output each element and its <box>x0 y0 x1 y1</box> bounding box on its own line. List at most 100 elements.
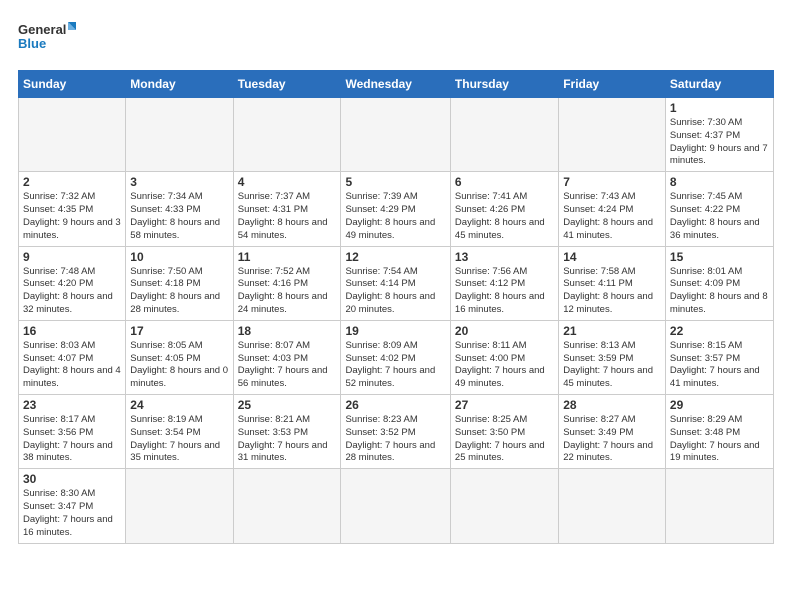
logo: General Blue <box>18 18 78 62</box>
week-row-3: 9 Sunrise: 7:48 AM Sunset: 4:20 PM Daylig… <box>19 246 774 320</box>
day-info: Sunrise: 7:37 AM Sunset: 4:31 PM Dayligh… <box>238 191 337 242</box>
day-number: 18 <box>238 324 337 338</box>
weekday-header-monday: Monday <box>126 71 233 98</box>
svg-text:Blue: Blue <box>18 36 46 51</box>
day-number: 3 <box>130 175 228 189</box>
day-info: Sunrise: 8:03 AM Sunset: 4:07 PM Dayligh… <box>23 340 121 391</box>
day-number: 2 <box>23 175 121 189</box>
day-info: Sunrise: 8:01 AM Sunset: 4:09 PM Dayligh… <box>670 266 769 317</box>
day-info: Sunrise: 7:45 AM Sunset: 4:22 PM Dayligh… <box>670 191 769 242</box>
calendar-cell <box>233 469 341 543</box>
calendar-cell: 5Sunrise: 7:39 AM Sunset: 4:29 PM Daylig… <box>341 172 450 246</box>
page: General Blue SundayMondayTuesdayWednesda… <box>0 0 792 612</box>
calendar-cell: 17Sunrise: 8:05 AM Sunset: 4:05 PM Dayli… <box>126 320 233 394</box>
calendar-cell: 18 Sunrise: 8:07 AM Sunset: 4:03 PM Dayli… <box>233 320 341 394</box>
calendar-cell: 27 Sunrise: 8:25 AM Sunset: 3:50 PM Dayli… <box>450 395 558 469</box>
calendar-cell: 1 Sunrise: 7:30 AM Sunset: 4:37 PM Daylig… <box>665 98 773 172</box>
day-info: Sunrise: 8:30 AM Sunset: 3:47 PM Dayligh… <box>23 488 121 539</box>
day-number: 14 <box>563 250 661 264</box>
calendar-cell <box>559 98 666 172</box>
day-number: 5 <box>345 175 445 189</box>
calendar-cell: 12Sunrise: 7:54 AM Sunset: 4:14 PM Dayli… <box>341 246 450 320</box>
weekday-header-thursday: Thursday <box>450 71 558 98</box>
day-info: Sunrise: 7:34 AM Sunset: 4:33 PM Dayligh… <box>130 191 228 242</box>
calendar-cell <box>126 98 233 172</box>
day-info: Sunrise: 7:30 AM Sunset: 4:37 PM Dayligh… <box>670 117 769 168</box>
day-info: Sunrise: 8:13 AM Sunset: 3:59 PM Dayligh… <box>563 340 661 391</box>
day-number: 1 <box>670 101 769 115</box>
day-number: 7 <box>563 175 661 189</box>
logo-svg: General Blue <box>18 18 78 62</box>
weekday-header-saturday: Saturday <box>665 71 773 98</box>
day-number: 30 <box>23 472 121 486</box>
calendar-cell <box>341 98 450 172</box>
calendar-cell: 23 Sunrise: 8:17 AM Sunset: 3:56 PM Dayli… <box>19 395 126 469</box>
week-row-1: 1 Sunrise: 7:30 AM Sunset: 4:37 PM Daylig… <box>19 98 774 172</box>
day-info: Sunrise: 7:41 AM Sunset: 4:26 PM Dayligh… <box>455 191 554 242</box>
calendar-cell: 22 Sunrise: 8:15 AM Sunset: 3:57 PM Dayli… <box>665 320 773 394</box>
day-number: 17 <box>130 324 228 338</box>
calendar-cell <box>126 469 233 543</box>
calendar-cell <box>665 469 773 543</box>
day-number: 27 <box>455 398 554 412</box>
day-number: 26 <box>345 398 445 412</box>
calendar-cell: 2 Sunrise: 7:32 AM Sunset: 4:35 PM Daylig… <box>19 172 126 246</box>
day-info: Sunrise: 8:17 AM Sunset: 3:56 PM Dayligh… <box>23 414 121 465</box>
calendar-cell: 29 Sunrise: 8:29 AM Sunset: 3:48 PM Dayli… <box>665 395 773 469</box>
day-info: Sunrise: 8:29 AM Sunset: 3:48 PM Dayligh… <box>670 414 769 465</box>
day-number: 24 <box>130 398 228 412</box>
day-info: Sunrise: 8:09 AM Sunset: 4:02 PM Dayligh… <box>345 340 445 391</box>
calendar-cell <box>233 98 341 172</box>
calendar-cell: 28 Sunrise: 8:27 AM Sunset: 3:49 PM Dayli… <box>559 395 666 469</box>
day-number: 28 <box>563 398 661 412</box>
header: General Blue <box>18 18 774 62</box>
day-info: Sunrise: 7:50 AM Sunset: 4:18 PM Dayligh… <box>130 266 228 317</box>
day-number: 4 <box>238 175 337 189</box>
week-row-2: 2 Sunrise: 7:32 AM Sunset: 4:35 PM Daylig… <box>19 172 774 246</box>
day-info: Sunrise: 8:27 AM Sunset: 3:49 PM Dayligh… <box>563 414 661 465</box>
day-info: Sunrise: 7:48 AM Sunset: 4:20 PM Dayligh… <box>23 266 121 317</box>
svg-text:General: General <box>18 22 66 37</box>
weekday-header-row: SundayMondayTuesdayWednesdayThursdayFrid… <box>19 71 774 98</box>
day-number: 23 <box>23 398 121 412</box>
day-info: Sunrise: 7:58 AM Sunset: 4:11 PM Dayligh… <box>563 266 661 317</box>
day-info: Sunrise: 7:52 AM Sunset: 4:16 PM Dayligh… <box>238 266 337 317</box>
calendar-cell <box>559 469 666 543</box>
day-info: Sunrise: 8:23 AM Sunset: 3:52 PM Dayligh… <box>345 414 445 465</box>
day-number: 11 <box>238 250 337 264</box>
calendar-cell: 9 Sunrise: 7:48 AM Sunset: 4:20 PM Daylig… <box>19 246 126 320</box>
calendar-cell: 14 Sunrise: 7:58 AM Sunset: 4:11 PM Dayli… <box>559 246 666 320</box>
calendar-cell: 30 Sunrise: 8:30 AM Sunset: 3:47 PM Dayli… <box>19 469 126 543</box>
day-number: 13 <box>455 250 554 264</box>
week-row-6: 30 Sunrise: 8:30 AM Sunset: 3:47 PM Dayli… <box>19 469 774 543</box>
calendar-cell: 7 Sunrise: 7:43 AM Sunset: 4:24 PM Daylig… <box>559 172 666 246</box>
calendar-cell: 20 Sunrise: 8:11 AM Sunset: 4:00 PM Dayli… <box>450 320 558 394</box>
day-number: 9 <box>23 250 121 264</box>
day-number: 22 <box>670 324 769 338</box>
day-info: Sunrise: 7:32 AM Sunset: 4:35 PM Dayligh… <box>23 191 121 242</box>
day-info: Sunrise: 8:25 AM Sunset: 3:50 PM Dayligh… <box>455 414 554 465</box>
day-info: Sunrise: 8:19 AM Sunset: 3:54 PM Dayligh… <box>130 414 228 465</box>
calendar-cell: 11 Sunrise: 7:52 AM Sunset: 4:16 PM Dayli… <box>233 246 341 320</box>
calendar-cell <box>19 98 126 172</box>
weekday-header-friday: Friday <box>559 71 666 98</box>
calendar-cell <box>450 98 558 172</box>
day-number: 20 <box>455 324 554 338</box>
day-info: Sunrise: 8:15 AM Sunset: 3:57 PM Dayligh… <box>670 340 769 391</box>
day-number: 29 <box>670 398 769 412</box>
calendar-cell: 10Sunrise: 7:50 AM Sunset: 4:18 PM Dayli… <box>126 246 233 320</box>
weekday-header-wednesday: Wednesday <box>341 71 450 98</box>
day-number: 19 <box>345 324 445 338</box>
calendar-cell <box>450 469 558 543</box>
calendar-cell: 13Sunrise: 7:56 AM Sunset: 4:12 PM Dayli… <box>450 246 558 320</box>
calendar-cell: 24 Sunrise: 8:19 AM Sunset: 3:54 PM Dayli… <box>126 395 233 469</box>
day-info: Sunrise: 7:43 AM Sunset: 4:24 PM Dayligh… <box>563 191 661 242</box>
day-number: 12 <box>345 250 445 264</box>
week-row-5: 23 Sunrise: 8:17 AM Sunset: 3:56 PM Dayli… <box>19 395 774 469</box>
calendar-cell: 3 Sunrise: 7:34 AM Sunset: 4:33 PM Daylig… <box>126 172 233 246</box>
day-info: Sunrise: 8:07 AM Sunset: 4:03 PM Dayligh… <box>238 340 337 391</box>
day-info: Sunrise: 8:11 AM Sunset: 4:00 PM Dayligh… <box>455 340 554 391</box>
day-number: 15 <box>670 250 769 264</box>
day-number: 25 <box>238 398 337 412</box>
day-info: Sunrise: 8:21 AM Sunset: 3:53 PM Dayligh… <box>238 414 337 465</box>
